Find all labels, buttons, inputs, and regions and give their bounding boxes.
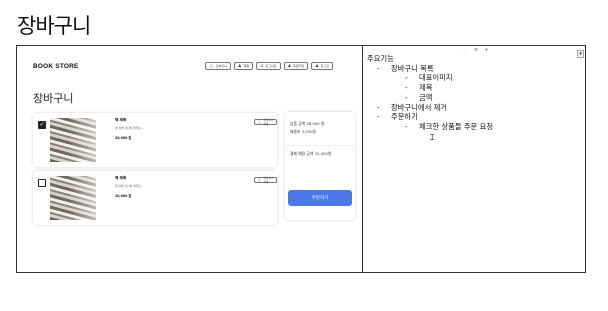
- cart-item: 책 제목 책 설명 간단히 올려요... 20,000 원 🛒 장바구니 삭제: [33, 171, 277, 225]
- nav-label: 장바구니: [215, 64, 228, 68]
- book-description: 책 설명 간단히 올려요...: [115, 126, 144, 130]
- nav-label: 회원: [243, 64, 250, 68]
- note-text: 장바구니 목록: [391, 63, 434, 73]
- cart-icon: 🛒: [257, 120, 262, 124]
- order-summary: 상품 금액 28,000 원 배송비 3,000원 결제 예정 금액 31,00…: [285, 112, 355, 220]
- book-title: 책 제목: [115, 176, 127, 180]
- item-checkbox[interactable]: ✓: [38, 121, 46, 129]
- content-frame: BOOK STORE 🛒 장바구니 ♟ 회원 ⊘ 로그아웃 ♟ 회원가입 ♟ 로그인 장바구니 ✓…: [16, 45, 586, 273]
- book-description: 책 설명 간단히 올려요...: [115, 184, 144, 188]
- bullet-dash: -: [405, 83, 408, 93]
- product-total: 상품 금액 28,000 원: [290, 121, 325, 126]
- note-line[interactable]: - 주문하기: [377, 112, 418, 122]
- drag-handle-icon[interactable]: ⋯: [462, 47, 468, 53]
- item-checkbox[interactable]: [38, 179, 46, 187]
- add-icon[interactable]: +: [484, 47, 488, 53]
- book-price: 20,000 원: [115, 194, 132, 198]
- user-icon: ♟: [238, 63, 242, 68]
- note-text: 금액: [419, 92, 433, 102]
- nav-button[interactable]: ♟ 로그인: [311, 62, 334, 70]
- note-line[interactable]: - 금액: [405, 93, 432, 103]
- note-line[interactable]: - 제목: [405, 83, 432, 93]
- user-icon: ♟: [315, 63, 319, 68]
- note-line[interactable]: - 장바구니 목록: [377, 64, 434, 74]
- remove-from-cart-button[interactable]: 🛒 장바구니 삭제: [254, 177, 277, 184]
- book-thumbnail: [50, 118, 96, 162]
- order-button[interactable]: 주문하기: [288, 190, 352, 206]
- book-title: 책 제목: [115, 118, 127, 122]
- notes-panel: ⋯ ≡ + ▾ 주요기능 - 장바구니 목록 - 대표이미지 - 제목 - 금액 - 장바구니에서 …: [363, 46, 586, 272]
- scroll-down-button[interactable]: ▾: [577, 50, 584, 58]
- wireframe-panel: BOOK STORE 🛒 장바구니 ♟ 회원 ⊘ 로그아웃 ♟ 회원가입 ♟ 로그인 장바구니 ✓…: [17, 46, 362, 272]
- bullet-dash: -: [405, 92, 408, 102]
- cart-icon: 🛒: [209, 63, 214, 68]
- note-line[interactable]: - 체크한 상품들 주문 요청: [405, 122, 493, 132]
- nav-button[interactable]: ⊘ 로그아웃: [256, 62, 281, 70]
- align-icon[interactable]: ≡: [474, 47, 478, 53]
- store-logo[interactable]: BOOK STORE: [33, 63, 79, 70]
- text-cursor-icon: Ɪ: [430, 133, 435, 142]
- note-text: 대표이미지: [419, 73, 453, 83]
- note-text: 체크한 상품들 주문 요청: [419, 121, 494, 131]
- remove-from-cart-button[interactable]: 🛒 장바구니 삭제: [254, 119, 277, 126]
- bullet-dash: -: [377, 102, 380, 112]
- cart-heading: 장바구니: [33, 92, 74, 105]
- note-text: 주문하기: [391, 112, 418, 122]
- notes-toolbar: ⋯ ≡ +: [462, 47, 488, 53]
- note-text: 장바구니에서 제거: [391, 102, 448, 112]
- nav-button[interactable]: ♟ 회원가입: [283, 62, 309, 70]
- note-line[interactable]: - 대표이미지: [405, 73, 453, 83]
- book-price: 20,000 원: [115, 136, 132, 140]
- summary-divider: [285, 145, 355, 146]
- book-thumbnail: [50, 176, 96, 220]
- remove-label: 장바구니 삭제: [263, 177, 273, 184]
- nav-label: 회원가입: [293, 64, 305, 68]
- nav-label: 로그인: [320, 64, 330, 68]
- remove-label: 장바구니 삭제: [263, 119, 273, 126]
- note-line[interactable]: - 장바구니에서 제거: [377, 103, 447, 113]
- bullet-dash: -: [377, 112, 380, 122]
- nav-button[interactable]: 🛒 장바구니: [205, 62, 232, 70]
- page-title: 장바구니: [17, 14, 91, 38]
- note-text: 제목: [419, 83, 433, 93]
- bullet-dash: -: [405, 73, 408, 83]
- bullet-dash: -: [405, 121, 408, 131]
- bullet-dash: -: [377, 63, 380, 73]
- note-text: 주요기능: [367, 54, 394, 63]
- shipping-fee: 배송비 3,000원: [290, 129, 317, 134]
- note-line[interactable]: 주요기능: [367, 54, 394, 64]
- cart-icon: 🛒: [257, 178, 262, 182]
- cart-item: ✓ 책 제목 책 설명 간단히 올려요... 20,000 원 🛒 장바구니 삭…: [33, 113, 277, 167]
- login-icon: ⊘: [260, 63, 264, 68]
- top-nav: 🛒 장바구니 ♟ 회원 ⊘ 로그아웃 ♟ 회원가입 ♟ 로그인: [205, 62, 334, 70]
- user-icon: ♟: [287, 63, 292, 68]
- nav-button[interactable]: ♟ 회원: [234, 62, 254, 70]
- nav-label: 로그아웃: [265, 64, 277, 68]
- expected-total: 결제 예정 금액 31,000원: [290, 151, 332, 156]
